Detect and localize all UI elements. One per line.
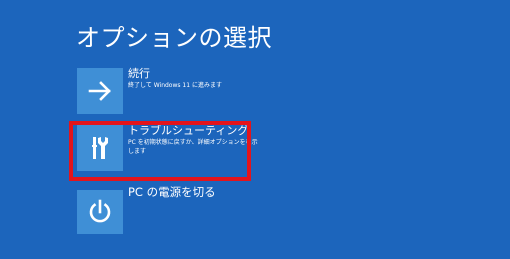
power-off-tile[interactable] — [77, 190, 123, 234]
continue-tile[interactable] — [77, 68, 123, 114]
troubleshoot-highlight-frame — [69, 121, 251, 181]
power-icon — [89, 199, 111, 223]
arrow-right-icon — [88, 81, 111, 101]
continue-label: 続行 — [128, 67, 150, 80]
power-off-option[interactable]: PC の電源を切る — [77, 186, 377, 238]
continue-description: 終了して Windows 11 に進みます — [128, 82, 222, 89]
continue-option[interactable]: 続行 終了して Windows 11 に進みます — [77, 67, 377, 116]
power-off-label: PC の電源を切る — [128, 185, 216, 199]
page-title: オプションの選択 — [76, 24, 272, 52]
